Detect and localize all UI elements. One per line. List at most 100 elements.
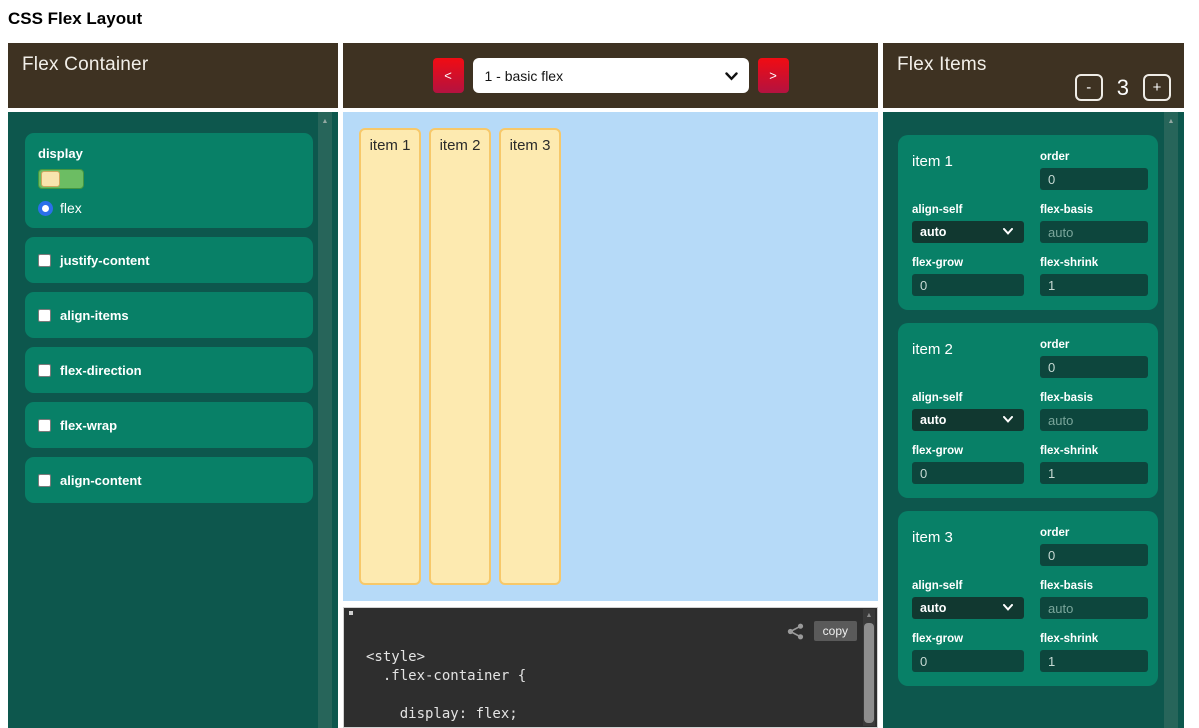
order-label: order xyxy=(1040,151,1148,163)
flex-shrink-label: flex-shrink xyxy=(1040,445,1148,457)
preview-flex-item: item 2 xyxy=(429,128,491,585)
flex-shrink-field: flex-shrink xyxy=(1040,633,1148,672)
checkbox-icon[interactable] xyxy=(38,364,51,377)
checkbox-icon[interactable] xyxy=(38,474,51,487)
property-card-flex-wrap[interactable]: flex-wrap xyxy=(25,402,313,448)
next-example-button[interactable]: > xyxy=(758,58,789,93)
display-toggle[interactable] xyxy=(38,169,84,189)
flex-grow-input[interactable] xyxy=(912,274,1024,296)
flex-basis-label: flex-basis xyxy=(1040,392,1148,404)
flex-grow-label: flex-grow xyxy=(912,257,1024,269)
order-field: order xyxy=(1040,339,1148,378)
prev-example-button[interactable]: < xyxy=(433,58,464,93)
code-line: <style> xyxy=(366,648,877,667)
flex-grow-input[interactable] xyxy=(912,462,1024,484)
align-self-select[interactable]: auto xyxy=(912,597,1024,619)
copy-button[interactable]: copy xyxy=(814,621,857,641)
right-panel-scrollbar[interactable]: ▲ xyxy=(1164,112,1178,728)
flex-items-panel: Flex Items - 3 + item 1 order xyxy=(883,43,1184,728)
add-item-button[interactable]: + xyxy=(1143,74,1171,101)
property-card-align-content[interactable]: align-content xyxy=(25,457,313,503)
flex-preview-container: item 1 item 2 item 3 xyxy=(343,112,878,601)
flex-basis-input[interactable] xyxy=(1040,597,1148,619)
checkbox-icon[interactable] xyxy=(38,254,51,267)
display-flex-option[interactable]: flex xyxy=(38,200,300,216)
example-select[interactable]: 1 - basic flex xyxy=(473,58,749,93)
code-line xyxy=(366,686,877,705)
align-self-field: align-self auto xyxy=(912,580,1024,619)
property-label: flex-wrap xyxy=(60,418,117,433)
flex-basis-field: flex-basis xyxy=(1040,392,1148,431)
align-self-select-wrap: auto xyxy=(912,221,1024,243)
flex-basis-field: flex-basis xyxy=(1040,580,1148,619)
remove-item-button[interactable]: - xyxy=(1075,74,1103,101)
preview-body: item 1 item 2 item 3 copy <style> .flex-… xyxy=(343,112,878,728)
order-input[interactable] xyxy=(1040,168,1148,190)
flex-item-card-list: item 1 order align-self auto xyxy=(883,112,1184,686)
code-toolbar: copy xyxy=(787,621,857,641)
property-card-flex-direction[interactable]: flex-direction xyxy=(25,347,313,393)
flex-grow-field: flex-grow xyxy=(912,257,1024,296)
align-self-select-wrap: auto xyxy=(912,409,1024,431)
item-name: item 3 xyxy=(912,527,1024,566)
item-count-controls: - 3 + xyxy=(1075,74,1171,101)
display-label: display xyxy=(38,146,300,161)
scroll-up-icon[interactable]: ▲ xyxy=(318,112,332,126)
radio-checked-icon[interactable] xyxy=(38,201,53,216)
order-field: order xyxy=(1040,527,1148,566)
flex-basis-label: flex-basis xyxy=(1040,580,1148,592)
flex-grow-input[interactable] xyxy=(912,650,1024,672)
flex-shrink-input[interactable] xyxy=(1040,462,1148,484)
code-line: .flex-container { xyxy=(366,667,877,686)
order-input[interactable] xyxy=(1040,356,1148,378)
property-label: align-items xyxy=(60,308,129,323)
flex-item-card-3: item 3 order align-self auto xyxy=(898,511,1158,686)
order-label: order xyxy=(1040,339,1148,351)
scroll-up-icon[interactable]: ▲ xyxy=(863,609,875,622)
share-icon[interactable] xyxy=(787,623,805,640)
align-self-select[interactable]: auto xyxy=(912,409,1024,431)
flex-items-body: item 1 order align-self auto xyxy=(883,112,1184,728)
align-self-select[interactable]: auto xyxy=(912,221,1024,243)
code-panel: copy <style> .flex-container { display: … xyxy=(343,607,878,728)
flex-shrink-input[interactable] xyxy=(1040,650,1148,672)
flex-grow-label: flex-grow xyxy=(912,445,1024,457)
code-scrollbar[interactable]: ▲ xyxy=(863,609,875,726)
item-name: item 1 xyxy=(912,151,1024,190)
align-self-label: align-self xyxy=(912,580,1024,592)
property-label: justify-content xyxy=(60,253,150,268)
container-property-list: display flex justify-content align-item xyxy=(8,112,338,503)
align-self-field: align-self auto xyxy=(912,204,1024,243)
flex-item-card-1: item 1 order align-self auto xyxy=(898,135,1158,310)
flex-grow-field: flex-grow xyxy=(912,633,1024,672)
display-card: display flex xyxy=(25,133,313,228)
flex-basis-input[interactable] xyxy=(1040,409,1148,431)
flex-basis-field: flex-basis xyxy=(1040,204,1148,243)
checkbox-icon[interactable] xyxy=(38,309,51,322)
order-label: order xyxy=(1040,527,1148,539)
order-input[interactable] xyxy=(1040,544,1148,566)
item-count: 3 xyxy=(1117,75,1129,101)
flex-shrink-input[interactable] xyxy=(1040,274,1148,296)
preview-flex-item: item 3 xyxy=(499,128,561,585)
preview-flex-item: item 1 xyxy=(359,128,421,585)
flex-item-card-2: item 2 order align-self auto xyxy=(898,323,1158,498)
main-columns: Flex Container display flex justify-cont… xyxy=(8,43,1184,728)
left-panel-scrollbar[interactable]: ▲ xyxy=(318,112,332,728)
flex-grow-label: flex-grow xyxy=(912,633,1024,645)
toggle-knob-icon xyxy=(41,171,60,187)
align-self-select-wrap: auto xyxy=(912,597,1024,619)
flex-basis-input[interactable] xyxy=(1040,221,1148,243)
order-field: order xyxy=(1040,151,1148,190)
scroll-up-icon[interactable]: ▲ xyxy=(1164,112,1178,126)
property-label: align-content xyxy=(60,473,142,488)
flex-shrink-label: flex-shrink xyxy=(1040,257,1148,269)
property-card-align-items[interactable]: align-items xyxy=(25,292,313,338)
flex-container-body: display flex justify-content align-item xyxy=(8,112,338,728)
flex-grow-field: flex-grow xyxy=(912,445,1024,484)
scrollbar-thumb[interactable] xyxy=(864,623,874,723)
property-card-justify-content[interactable]: justify-content xyxy=(25,237,313,283)
property-label: flex-direction xyxy=(60,363,142,378)
checkbox-icon[interactable] xyxy=(38,419,51,432)
flex-shrink-field: flex-shrink xyxy=(1040,445,1148,484)
